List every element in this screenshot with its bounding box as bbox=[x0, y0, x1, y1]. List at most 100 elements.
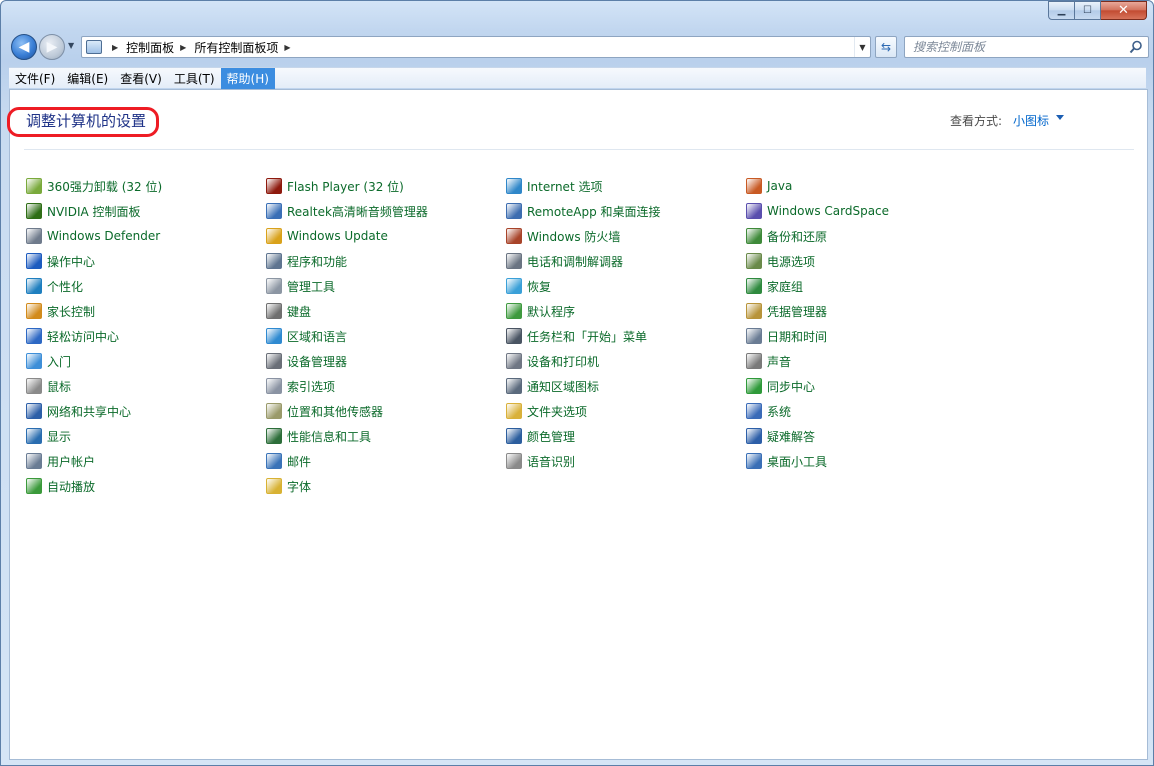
control-panel-item[interactable]: 家庭组 bbox=[746, 276, 803, 296]
control-panel-item[interactable]: 操作中心 bbox=[26, 251, 95, 271]
audio-manager-icon bbox=[266, 203, 282, 219]
control-panel-item[interactable]: 同步中心 bbox=[746, 376, 815, 396]
control-panel-item[interactable]: 系统 bbox=[746, 401, 791, 421]
view-by-label: 查看方式: bbox=[950, 114, 1003, 128]
breadcrumb-separator-icon[interactable]: ▶ bbox=[112, 43, 118, 52]
control-panel-item[interactable]: Windows Defender bbox=[26, 226, 160, 246]
control-panel-item[interactable]: 电话和调制解调器 bbox=[506, 251, 623, 271]
control-panel-item[interactable]: 设备和打印机 bbox=[506, 351, 599, 371]
mouse-icon bbox=[26, 378, 42, 394]
maximize-button[interactable]: ☐ bbox=[1075, 1, 1101, 20]
control-panel-item[interactable]: 管理工具 bbox=[266, 276, 335, 296]
control-panel-item[interactable]: 位置和其他传感器 bbox=[266, 401, 383, 421]
address-dropdown-icon[interactable]: ▼ bbox=[854, 37, 870, 57]
control-panel-item[interactable]: 电源选项 bbox=[746, 251, 815, 271]
view-by-arrow-icon[interactable] bbox=[1056, 115, 1064, 120]
control-panel-item-label: 设备和打印机 bbox=[527, 354, 600, 369]
default-programs-icon bbox=[506, 303, 522, 319]
indexing-icon bbox=[266, 378, 282, 394]
control-panel-item[interactable]: 邮件 bbox=[266, 451, 311, 471]
search-box[interactable] bbox=[904, 36, 1149, 58]
breadcrumb-control-panel[interactable]: 控制面板 bbox=[126, 39, 174, 56]
recent-pages-dropdown[interactable]: ▼ bbox=[68, 41, 74, 50]
control-panel-item[interactable]: RemoteApp 和桌面连接 bbox=[506, 201, 661, 221]
control-panel-item[interactable]: 键盘 bbox=[266, 301, 311, 321]
search-input[interactable] bbox=[913, 40, 1123, 54]
breadcrumb-all-items[interactable]: 所有控制面板项 bbox=[194, 39, 278, 56]
control-panel-item-label: 家长控制 bbox=[47, 304, 96, 319]
control-panel-item[interactable]: Internet 选项 bbox=[506, 176, 602, 196]
control-panel-item[interactable]: 日期和时间 bbox=[746, 326, 827, 346]
control-panel-item[interactable]: NVIDIA 控制面板 bbox=[26, 201, 141, 221]
programs-icon bbox=[266, 253, 282, 269]
taskbar-icon bbox=[506, 328, 522, 344]
control-panel-item[interactable]: 字体 bbox=[266, 476, 311, 496]
control-panel-item[interactable]: 索引选项 bbox=[266, 376, 335, 396]
control-panel-item[interactable]: Windows 防火墙 bbox=[506, 226, 620, 246]
control-panel-item[interactable]: 疑难解答 bbox=[746, 426, 815, 446]
back-button[interactable]: ◀ bbox=[11, 34, 37, 60]
close-icon: ✕ bbox=[1118, 3, 1129, 18]
control-panel-item-label: 备份和还原 bbox=[767, 229, 828, 244]
control-panel-item[interactable]: 显示 bbox=[26, 426, 71, 446]
control-panel-item[interactable]: Windows Update bbox=[266, 226, 388, 246]
control-panel-item[interactable]: 声音 bbox=[746, 351, 791, 371]
uninstall-icon bbox=[26, 178, 42, 194]
control-panel-item[interactable]: 桌面小工具 bbox=[746, 451, 827, 471]
control-panel-item-label: 默认程序 bbox=[527, 304, 576, 319]
control-panel-item[interactable]: 任务栏和「开始」菜单 bbox=[506, 326, 647, 346]
control-panel-item[interactable]: 语音识别 bbox=[506, 451, 575, 471]
search-icon[interactable] bbox=[1129, 40, 1143, 54]
control-panel-item[interactable]: 个性化 bbox=[26, 276, 83, 296]
control-panel-item-label: Windows CardSpace bbox=[767, 204, 890, 218]
backup-icon bbox=[746, 228, 762, 244]
control-panel-item[interactable]: 360强力卸载 (32 位) bbox=[26, 176, 162, 196]
view-by-dropdown[interactable]: 小图标 bbox=[1013, 112, 1049, 129]
control-panel-item[interactable]: 轻松访问中心 bbox=[26, 326, 119, 346]
menu-file[interactable]: 文件(F) bbox=[9, 68, 61, 89]
control-panel-item[interactable]: Java bbox=[746, 176, 792, 196]
control-panel-item[interactable]: 设备管理器 bbox=[266, 351, 347, 371]
control-panel-item[interactable]: 程序和功能 bbox=[266, 251, 347, 271]
menu-help[interactable]: 帮助(H) bbox=[220, 67, 275, 89]
control-panel-item[interactable]: 用户帐户 bbox=[26, 451, 95, 471]
homegroup-icon bbox=[746, 278, 762, 294]
address-bar[interactable]: ▶ 控制面板 ▶ 所有控制面板项 ▶ ▼ bbox=[81, 36, 871, 58]
users-icon bbox=[26, 453, 42, 469]
control-panel-item[interactable]: 网络和共享中心 bbox=[26, 401, 131, 421]
control-panel-item[interactable]: 区域和语言 bbox=[266, 326, 347, 346]
control-panel-item[interactable]: 备份和还原 bbox=[746, 226, 827, 246]
control-panel-item[interactable]: 家长控制 bbox=[26, 301, 95, 321]
menu-tools[interactable]: 工具(T) bbox=[168, 68, 221, 89]
close-button[interactable]: ✕ bbox=[1101, 1, 1147, 20]
minimize-button[interactable]: ▁ bbox=[1048, 1, 1075, 20]
remoteapp-icon bbox=[506, 203, 522, 219]
control-panel-item[interactable]: Flash Player (32 位) bbox=[266, 176, 404, 196]
control-panel-item[interactable]: 性能信息和工具 bbox=[266, 426, 371, 446]
control-panel-item[interactable]: Realtek高清晰音频管理器 bbox=[266, 201, 428, 221]
color-management-icon bbox=[506, 428, 522, 444]
control-panel-item-label: 360强力卸载 (32 位) bbox=[47, 179, 163, 194]
control-panel-item[interactable]: 鼠标 bbox=[26, 376, 71, 396]
control-panel-item[interactable]: 凭据管理器 bbox=[746, 301, 827, 321]
refresh-button[interactable]: ⇆ bbox=[875, 36, 897, 58]
highlight-annotation bbox=[7, 107, 159, 137]
control-panel-item[interactable]: Windows CardSpace bbox=[746, 201, 889, 221]
region-icon bbox=[266, 328, 282, 344]
control-panel-item-label: 管理工具 bbox=[287, 279, 336, 294]
control-panel-item[interactable]: 颜色管理 bbox=[506, 426, 575, 446]
forward-button[interactable]: ▶ bbox=[39, 34, 65, 60]
control-panel-item[interactable]: 文件夹选项 bbox=[506, 401, 587, 421]
control-panel-item[interactable]: 自动播放 bbox=[26, 476, 95, 496]
control-panel-item-label: 日期和时间 bbox=[767, 329, 828, 344]
control-panel-item[interactable]: 通知区域图标 bbox=[506, 376, 599, 396]
control-panel-item-label: 性能信息和工具 bbox=[287, 429, 372, 444]
control-panel-item[interactable]: 入门 bbox=[26, 351, 71, 371]
control-panel-item-label: 网络和共享中心 bbox=[47, 404, 132, 419]
control-panel-item[interactable]: 默认程序 bbox=[506, 301, 575, 321]
breadcrumb-separator-icon[interactable]: ▶ bbox=[180, 43, 186, 52]
control-panel-item[interactable]: 恢复 bbox=[506, 276, 551, 296]
menu-view[interactable]: 查看(V) bbox=[114, 68, 168, 89]
menu-edit[interactable]: 编辑(E) bbox=[61, 68, 114, 89]
breadcrumb-separator-icon[interactable]: ▶ bbox=[284, 43, 290, 52]
